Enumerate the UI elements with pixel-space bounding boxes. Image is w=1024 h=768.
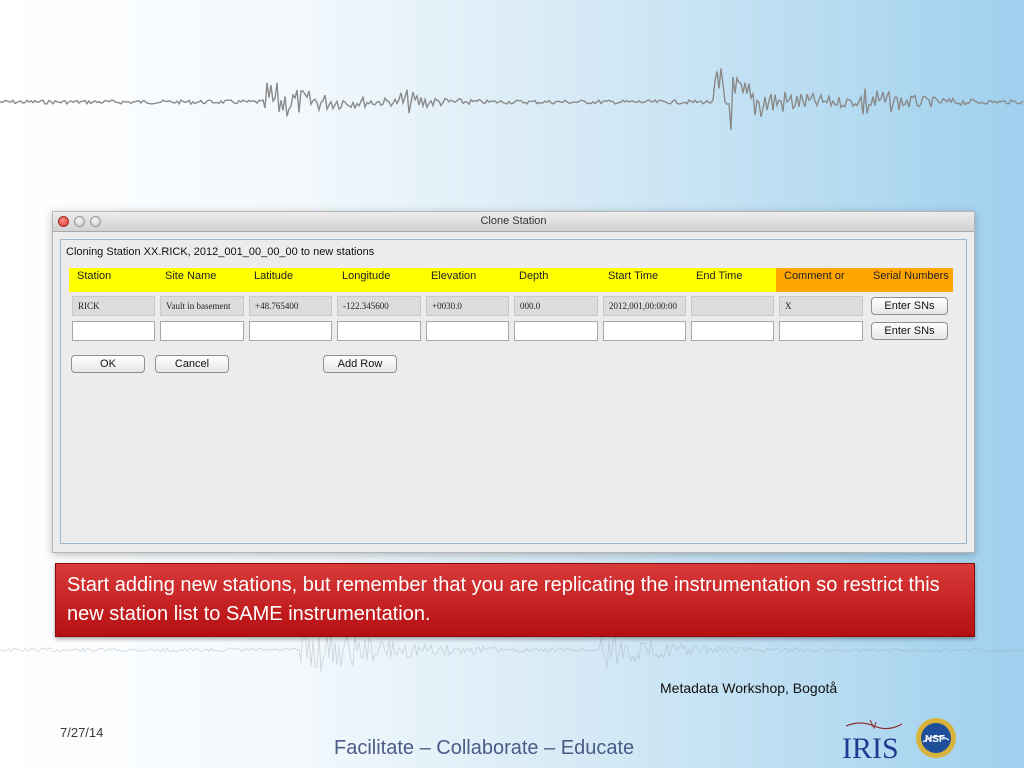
column-header-longitude: Longitude bbox=[334, 268, 423, 292]
window-title: Clone Station bbox=[480, 215, 547, 227]
footer-tagline: Facilitate – Collaborate – Educate bbox=[334, 737, 635, 759]
row-1-elevation-field[interactable]: +0030.0 bbox=[426, 296, 509, 316]
column-header-serial-numbers: Serial Numbers bbox=[865, 268, 953, 292]
column-header-latitude: Latitude bbox=[246, 268, 334, 292]
row-2-station-field[interactable] bbox=[72, 321, 155, 341]
cancel-button[interactable]: Cancel bbox=[155, 355, 229, 373]
row-2-elevation-field[interactable] bbox=[426, 321, 509, 341]
row-1-depth-field[interactable]: 000.0 bbox=[514, 296, 598, 316]
row-1-site-name-field[interactable]: Vault in basement bbox=[160, 296, 244, 316]
add-row-button[interactable]: Add Row bbox=[323, 355, 397, 373]
caption-text: Start adding new stations, but remember … bbox=[67, 574, 940, 625]
workshop-label: Metadata Workshop, Bogotå bbox=[660, 680, 838, 696]
row-2-start-time-field[interactable] bbox=[603, 321, 686, 341]
nsf-logo-icon: NSF bbox=[916, 718, 956, 758]
row-2-end-time-field[interactable] bbox=[691, 321, 774, 341]
seismogram-graphic bbox=[0, 68, 1024, 131]
iris-logo-text: IRIS bbox=[842, 732, 899, 762]
column-header-depth: Depth bbox=[511, 268, 600, 292]
column-header-start-time: Start Time bbox=[600, 268, 688, 292]
row-2-latitude-field[interactable] bbox=[249, 321, 332, 341]
row-2-enter-sns-button[interactable]: Enter SNs bbox=[871, 322, 948, 340]
slide-date: 7/27/14 bbox=[60, 725, 104, 740]
nsf-logo-text: NSF bbox=[925, 734, 945, 745]
row-1-end-time-field[interactable] bbox=[691, 296, 774, 316]
row-2-depth-field[interactable] bbox=[514, 321, 598, 341]
row-2-site-name-field[interactable] bbox=[160, 321, 244, 341]
row-1-longitude-field[interactable]: -122.345600 bbox=[337, 296, 421, 316]
row-1-comment-or-field[interactable]: X bbox=[779, 296, 863, 316]
row-1-enter-sns-button[interactable]: Enter SNs bbox=[871, 297, 948, 315]
column-header-end-time: End Time bbox=[688, 268, 776, 292]
row-2-comment-or-field[interactable] bbox=[779, 321, 863, 341]
column-header-site-name: Site Name bbox=[157, 268, 246, 292]
row-1-latitude-field[interactable]: +48.765400 bbox=[249, 296, 332, 316]
row-2-longitude-field[interactable] bbox=[337, 321, 421, 341]
clone-station-window: Clone Station Cloning Station XX.RICK, 2… bbox=[52, 211, 975, 553]
row-1-start-time-field[interactable]: 2012,001,00:00:00 bbox=[603, 296, 686, 316]
caption-banner: Start adding new stations, but remember … bbox=[55, 563, 975, 637]
column-header-station: Station bbox=[69, 268, 157, 292]
column-header-comment-or: Comment or bbox=[776, 268, 865, 292]
ok-button[interactable]: OK bbox=[71, 355, 145, 373]
row-1-station-field[interactable]: RICK bbox=[72, 296, 155, 316]
iris-logo-icon: IRIS bbox=[842, 719, 903, 762]
window-titlebar: Clone Station bbox=[53, 212, 974, 232]
column-header-elevation: Elevation bbox=[423, 268, 511, 292]
panel-title: Cloning Station XX.RICK, 2012_001_00_00_… bbox=[66, 246, 375, 258]
